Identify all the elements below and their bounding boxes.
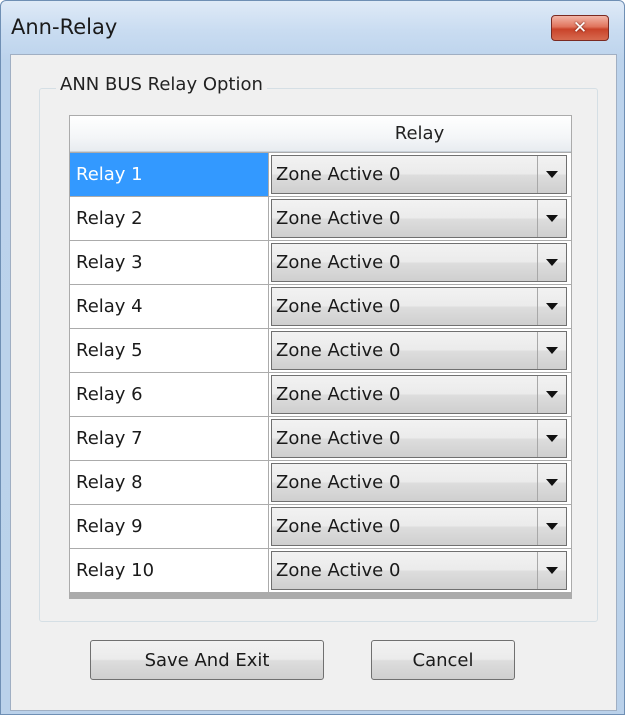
zone-select-value: Zone Active 0	[276, 252, 401, 273]
dropdown-button[interactable]	[537, 332, 566, 369]
table-row[interactable]: Relay 4 Zone Active 0	[70, 285, 571, 329]
zone-select-value: Zone Active 0	[276, 340, 401, 361]
dialog-client-area: ANN BUS Relay Option Relay Relay 1 Zone A…	[10, 54, 617, 711]
chevron-down-icon	[546, 391, 558, 398]
table-row[interactable]: Relay 7 Zone Active 0	[70, 417, 571, 461]
cancel-button[interactable]: Cancel	[371, 640, 515, 680]
column-header-relay[interactable]: Relay	[268, 123, 571, 144]
relay-name-cell[interactable]: Relay 10	[70, 549, 268, 592]
relay-name-cell[interactable]: Relay 9	[70, 505, 268, 548]
dropdown-button[interactable]	[537, 508, 566, 545]
close-icon: ✕	[572, 18, 588, 38]
table-row[interactable]: Relay 1 Zone Active 0	[70, 153, 571, 197]
table-row[interactable]: Relay 10 Zone Active 0	[70, 549, 571, 593]
zone-select[interactable]: Zone Active 0	[271, 155, 567, 194]
table-row[interactable]: Relay 3 Zone Active 0	[70, 241, 571, 285]
relay-value-cell: Zone Active 0	[269, 461, 571, 504]
chevron-down-icon	[546, 479, 558, 486]
table-row[interactable]: Relay 5 Zone Active 0	[70, 329, 571, 373]
zone-select[interactable]: Zone Active 0	[271, 551, 567, 590]
chevron-down-icon	[546, 435, 558, 442]
grid-header: Relay	[70, 116, 571, 152]
zone-select[interactable]: Zone Active 0	[271, 199, 567, 238]
close-button[interactable]: ✕	[551, 15, 609, 41]
chevron-down-icon	[546, 215, 558, 222]
zone-select[interactable]: Zone Active 0	[271, 287, 567, 326]
relay-name-cell[interactable]: Relay 5	[70, 329, 268, 372]
table-row[interactable]: Relay 9 Zone Active 0	[70, 505, 571, 549]
relay-value-cell: Zone Active 0	[269, 241, 571, 284]
save-and-exit-button[interactable]: Save And Exit	[90, 640, 324, 680]
relay-value-cell: Zone Active 0	[269, 285, 571, 328]
relay-value-cell: Zone Active 0	[269, 373, 571, 416]
dropdown-button[interactable]	[537, 464, 566, 501]
title-bar[interactable]: Ann-Relay ✕	[1, 1, 624, 55]
relay-name-cell[interactable]: Relay 8	[70, 461, 268, 504]
dropdown-button[interactable]	[537, 156, 566, 193]
chevron-down-icon	[546, 259, 558, 266]
relay-value-cell: Zone Active 0	[269, 153, 571, 196]
zone-select[interactable]: Zone Active 0	[271, 419, 567, 458]
relay-name-cell[interactable]: Relay 2	[70, 197, 268, 240]
dropdown-button[interactable]	[537, 244, 566, 281]
dropdown-button[interactable]	[537, 200, 566, 237]
dropdown-button[interactable]	[537, 552, 566, 589]
chevron-down-icon	[546, 347, 558, 354]
relay-name-cell[interactable]: Relay 6	[70, 373, 268, 416]
grid-rows: Relay 1 Zone Active 0 Relay 2 Zone Active 0…	[70, 153, 571, 593]
window-title: Ann-Relay	[11, 15, 118, 39]
table-row[interactable]: Relay 2 Zone Active 0	[70, 197, 571, 241]
zone-select-value: Zone Active 0	[276, 472, 401, 493]
relay-name-cell[interactable]: Relay 4	[70, 285, 268, 328]
row-header-corner	[70, 116, 268, 151]
zone-select[interactable]: Zone Active 0	[271, 243, 567, 282]
zone-select-value: Zone Active 0	[276, 164, 401, 185]
relay-value-cell: Zone Active 0	[269, 417, 571, 460]
chevron-down-icon	[546, 567, 558, 574]
dropdown-button[interactable]	[537, 288, 566, 325]
chevron-down-icon	[546, 303, 558, 310]
relay-name-cell[interactable]: Relay 7	[70, 417, 268, 460]
zone-select-value: Zone Active 0	[276, 384, 401, 405]
zone-select-value: Zone Active 0	[276, 516, 401, 537]
zone-select-value: Zone Active 0	[276, 208, 401, 229]
zone-select[interactable]: Zone Active 0	[271, 507, 567, 546]
dialog-window: Ann-Relay ✕ ANN BUS Relay Option Relay R…	[0, 0, 625, 715]
zone-select[interactable]: Zone Active 0	[271, 331, 567, 370]
relay-grid: Relay Relay 1 Zone Active 0 Relay 2 Zone Ac…	[69, 115, 572, 599]
relay-value-cell: Zone Active 0	[269, 329, 571, 372]
zone-select-value: Zone Active 0	[276, 296, 401, 317]
table-row[interactable]: Relay 8 Zone Active 0	[70, 461, 571, 505]
dropdown-button[interactable]	[537, 420, 566, 457]
relay-value-cell: Zone Active 0	[269, 549, 571, 592]
zone-select-value: Zone Active 0	[276, 428, 401, 449]
relay-name-cell[interactable]: Relay 1	[70, 153, 268, 196]
groupbox-title: ANN BUS Relay Option	[56, 74, 267, 95]
chevron-down-icon	[546, 523, 558, 530]
zone-select[interactable]: Zone Active 0	[271, 375, 567, 414]
relay-value-cell: Zone Active 0	[269, 197, 571, 240]
relay-name-cell[interactable]: Relay 3	[70, 241, 268, 284]
relay-value-cell: Zone Active 0	[269, 505, 571, 548]
zone-select[interactable]: Zone Active 0	[271, 463, 567, 502]
dropdown-button[interactable]	[537, 376, 566, 413]
table-row[interactable]: Relay 6 Zone Active 0	[70, 373, 571, 417]
chevron-down-icon	[546, 171, 558, 178]
zone-select-value: Zone Active 0	[276, 560, 401, 581]
